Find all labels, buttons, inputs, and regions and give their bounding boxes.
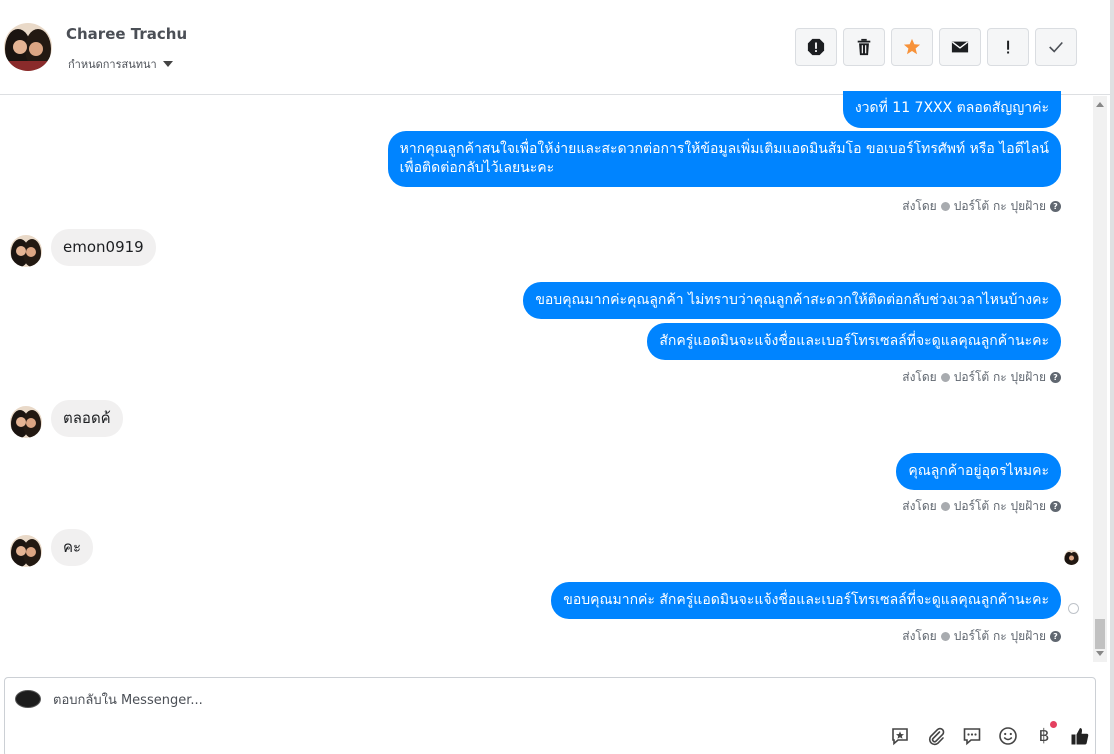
sent-check-icon — [940, 632, 950, 641]
outgoing-message: คุณลูกค้าอยู่อุดรไหมคะ — [896, 453, 1061, 490]
sent-status-icon — [1068, 603, 1079, 614]
reply-composer: ฿ — [4, 677, 1096, 754]
composer-tools: ฿ — [889, 721, 1091, 747]
contact-avatar-small — [10, 406, 42, 438]
seen-avatar — [1064, 550, 1079, 565]
emoji-button[interactable] — [997, 725, 1019, 747]
envelope-icon — [951, 41, 969, 53]
saved-reply-button[interactable] — [889, 725, 911, 747]
help-icon[interactable]: ? — [1050, 501, 1061, 512]
sent-by-name: ปอร์โต้ กะ ปุยฝ้าย — [953, 370, 1046, 384]
page-logo-avatar — [15, 690, 41, 708]
trash-icon — [857, 38, 871, 56]
saved-reply-icon — [892, 728, 908, 746]
outgoing-message: ขอบคุณมากค่ะคุณลูกค้า ไม่ทราบว่าคุณลูกค้… — [523, 282, 1061, 319]
incoming-message: ตลอดค้ — [51, 400, 123, 437]
caret-down-icon — [162, 61, 173, 67]
assign-conversation-dropdown[interactable]: กำหนดการสนทนา — [68, 55, 173, 73]
sent-check-icon — [940, 202, 950, 211]
contact-avatar-small — [10, 235, 42, 267]
conversation-header: Charee Trachu กำหนดการสนทนา — [0, 0, 1110, 95]
delete-button[interactable] — [843, 28, 885, 66]
incoming-message: คะ — [51, 529, 94, 566]
attachment-icon — [928, 727, 945, 746]
like-button[interactable] — [1069, 725, 1091, 747]
sent-by-prefix: ส่งโดย — [902, 499, 937, 513]
help-icon[interactable]: ? — [1050, 372, 1061, 383]
message-line: เพื่อติดต่อกลับไว้เลยนะคะ — [399, 160, 555, 176]
sent-by-prefix: ส่งโดย — [902, 370, 937, 384]
attach-button[interactable] — [925, 725, 947, 747]
chat-icon — [963, 728, 981, 746]
sent-by-prefix: ส่งโดย — [902, 629, 937, 643]
help-icon[interactable]: ? — [1050, 631, 1061, 642]
outgoing-message: สักครู่แอดมินจะแจ้งชื่อและเบอร์โทรเซลล์ท… — [647, 323, 1061, 360]
exclamation-icon — [1007, 40, 1010, 54]
assign-label: กำหนดการสนทนา — [68, 58, 157, 71]
mark-unread-button[interactable] — [939, 28, 981, 66]
messenger-conversation: Charee Trachu กำหนดการสนทนา งวดที่ 11 7X… — [0, 0, 1114, 754]
help-icon[interactable]: ? — [1050, 201, 1061, 212]
reply-input[interactable] — [53, 687, 853, 713]
sent-by-label: ส่งโดย ปอร์โต้ กะ ปุยฝ้าย ? — [902, 368, 1061, 387]
mark-spam-button[interactable] — [795, 28, 837, 66]
sent-by-label: ส่งโดย ปอร์โต้ กะ ปุยฝ้าย ? — [902, 627, 1061, 646]
contact-avatar-small — [10, 535, 42, 567]
star-button[interactable] — [891, 28, 933, 66]
header-actions — [795, 28, 1077, 66]
contact-name[interactable]: Charee Trachu — [66, 25, 187, 43]
contact-avatar[interactable] — [4, 23, 52, 71]
scroll-thumb[interactable] — [1095, 619, 1105, 649]
outgoing-message: ขอบคุณมากค่ะ สักครู่แอดมินจะแจ้งชื่อและเ… — [551, 582, 1061, 619]
message-line: หากคุณลูกค้าสนใจเพื่อให้ง่ายและสะดวกต่อก… — [399, 141, 1049, 157]
sent-check-icon — [940, 373, 950, 382]
payment-button[interactable]: ฿ — [1033, 721, 1057, 747]
sent-by-name: ปอร์โต้ กะ ปุยฝ้าย — [953, 629, 1046, 643]
chat-button[interactable] — [961, 725, 983, 747]
baht-icon: ฿ — [1038, 726, 1050, 746]
thumbs-up-icon — [1071, 728, 1089, 745]
notification-dot — [1050, 721, 1057, 728]
star-icon — [903, 38, 921, 55]
sent-by-name: ปอร์โต้ กะ ปุยฝ้าย — [953, 499, 1046, 513]
sent-by-name: ปอร์โต้ กะ ปุยฝ้าย — [953, 199, 1046, 213]
mark-done-button[interactable] — [1035, 28, 1077, 66]
check-icon — [1049, 41, 1063, 53]
emoji-icon — [999, 727, 1017, 745]
window-edge — [1110, 0, 1114, 754]
sent-by-prefix: ส่งโดย — [902, 199, 937, 213]
scroll-up-arrow-icon[interactable] — [1096, 102, 1104, 107]
scroll-down-arrow-icon[interactable] — [1096, 651, 1104, 656]
incoming-message: emon0919 — [51, 229, 156, 266]
sent-by-label: ส่งโดย ปอร์โต้ กะ ปุยฝ้าย ? — [902, 197, 1061, 216]
outgoing-message: หากคุณลูกค้าสนใจเพื่อให้ง่ายและสะดวกต่อก… — [387, 131, 1061, 187]
alert-icon — [807, 38, 825, 56]
message-scrollbar[interactable] — [1093, 96, 1107, 662]
sent-check-icon — [940, 502, 950, 511]
outgoing-message: งวดที่ 11 7XXX ตลอดสัญญาค่ะ — [842, 91, 1061, 128]
sent-by-label: ส่งโดย ปอร์โต้ กะ ปุยฝ้าย ? — [902, 497, 1061, 516]
follow-up-button[interactable] — [987, 28, 1029, 66]
